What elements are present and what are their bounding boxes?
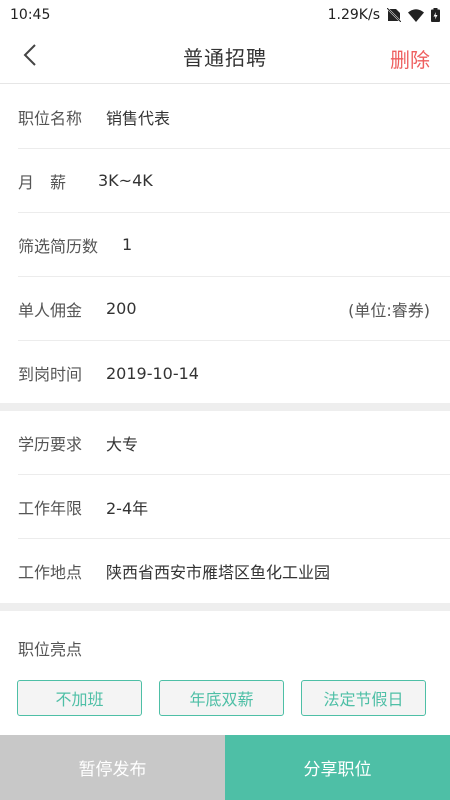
back-button[interactable] bbox=[12, 39, 48, 75]
location-value: 陕西省西安市雁塔区鱼化工业园 bbox=[106, 563, 331, 582]
experience-label: 工作年限 bbox=[18, 498, 83, 518]
job-name-row: 职位名称 销售代表 bbox=[18, 85, 450, 149]
experience-row: 工作年限 2-4年 bbox=[18, 475, 450, 539]
highlights-title: 职位亮点 bbox=[18, 640, 83, 659]
highlight-tags: 不加班 年底双薪 法定节假日 bbox=[17, 680, 426, 716]
location-label: 工作地点 bbox=[18, 563, 83, 582]
commission-value: 200 bbox=[106, 299, 137, 318]
salary-label: 月 薪 bbox=[18, 172, 67, 192]
arrival-time-label: 到岗时间 bbox=[18, 365, 83, 384]
commission-label: 单人佣金 bbox=[18, 300, 83, 320]
highlight-tag[interactable]: 年底双薪 bbox=[159, 680, 284, 716]
location-row: 工作地点 陕西省西安市雁塔区鱼化工业园 bbox=[18, 539, 450, 603]
bottom-action-bar: 暂停发布 分享职位 bbox=[0, 735, 450, 800]
nav-bar: 普通招聘 删除 bbox=[0, 30, 450, 84]
commission-unit: (单位:睿券) bbox=[348, 300, 430, 320]
delete-button[interactable]: 删除 bbox=[390, 44, 430, 73]
salary-row: 月 薪 3K~4K bbox=[18, 149, 450, 213]
status-icons: 1.29K/s bbox=[328, 7, 440, 23]
status-time: 10:45 bbox=[10, 7, 51, 23]
section-divider bbox=[0, 603, 450, 611]
job-name-value: 销售代表 bbox=[106, 108, 171, 128]
status-bar: 10:45 1.29K/s bbox=[0, 0, 450, 30]
page-title: 普通招聘 bbox=[183, 46, 267, 70]
arrival-time-row: 到岗时间 2019-10-14 bbox=[18, 341, 450, 405]
requirements-section: 学历要求 大专 工作年限 2-4年 工作地点 陕西省西安市雁塔区鱼化工业园 bbox=[0, 411, 450, 603]
experience-value: 2-4年 bbox=[106, 498, 149, 518]
commission-row: 单人佣金 200 (单位:睿券) bbox=[18, 277, 450, 341]
salary-value: 3K~4K bbox=[98, 171, 153, 190]
share-job-button[interactable]: 分享职位 bbox=[225, 735, 450, 800]
chevron-left-icon bbox=[23, 43, 37, 71]
highlight-tag[interactable]: 不加班 bbox=[17, 680, 142, 716]
resume-count-value: 1 bbox=[122, 235, 133, 254]
education-row: 学历要求 大专 bbox=[18, 411, 450, 475]
arrival-time-value: 2019-10-14 bbox=[106, 363, 199, 383]
no-sim-icon bbox=[387, 8, 401, 22]
battery-icon bbox=[431, 8, 440, 22]
resume-count-row: 筛选简历数 1 bbox=[18, 213, 450, 277]
section-divider bbox=[0, 403, 450, 411]
education-value: 大专 bbox=[106, 434, 139, 454]
resume-count-label: 筛选简历数 bbox=[18, 236, 99, 256]
pause-publish-button[interactable]: 暂停发布 bbox=[0, 735, 225, 800]
education-label: 学历要求 bbox=[18, 434, 83, 454]
job-info-section: 职位名称 销售代表 月 薪 3K~4K 筛选简历数 1 单人佣金 200 (单位… bbox=[0, 85, 450, 405]
wifi-icon bbox=[408, 8, 424, 22]
job-name-label: 职位名称 bbox=[18, 108, 83, 128]
highlight-tag[interactable]: 法定节假日 bbox=[301, 680, 426, 716]
network-speed: 1.29K/s bbox=[327, 7, 380, 23]
